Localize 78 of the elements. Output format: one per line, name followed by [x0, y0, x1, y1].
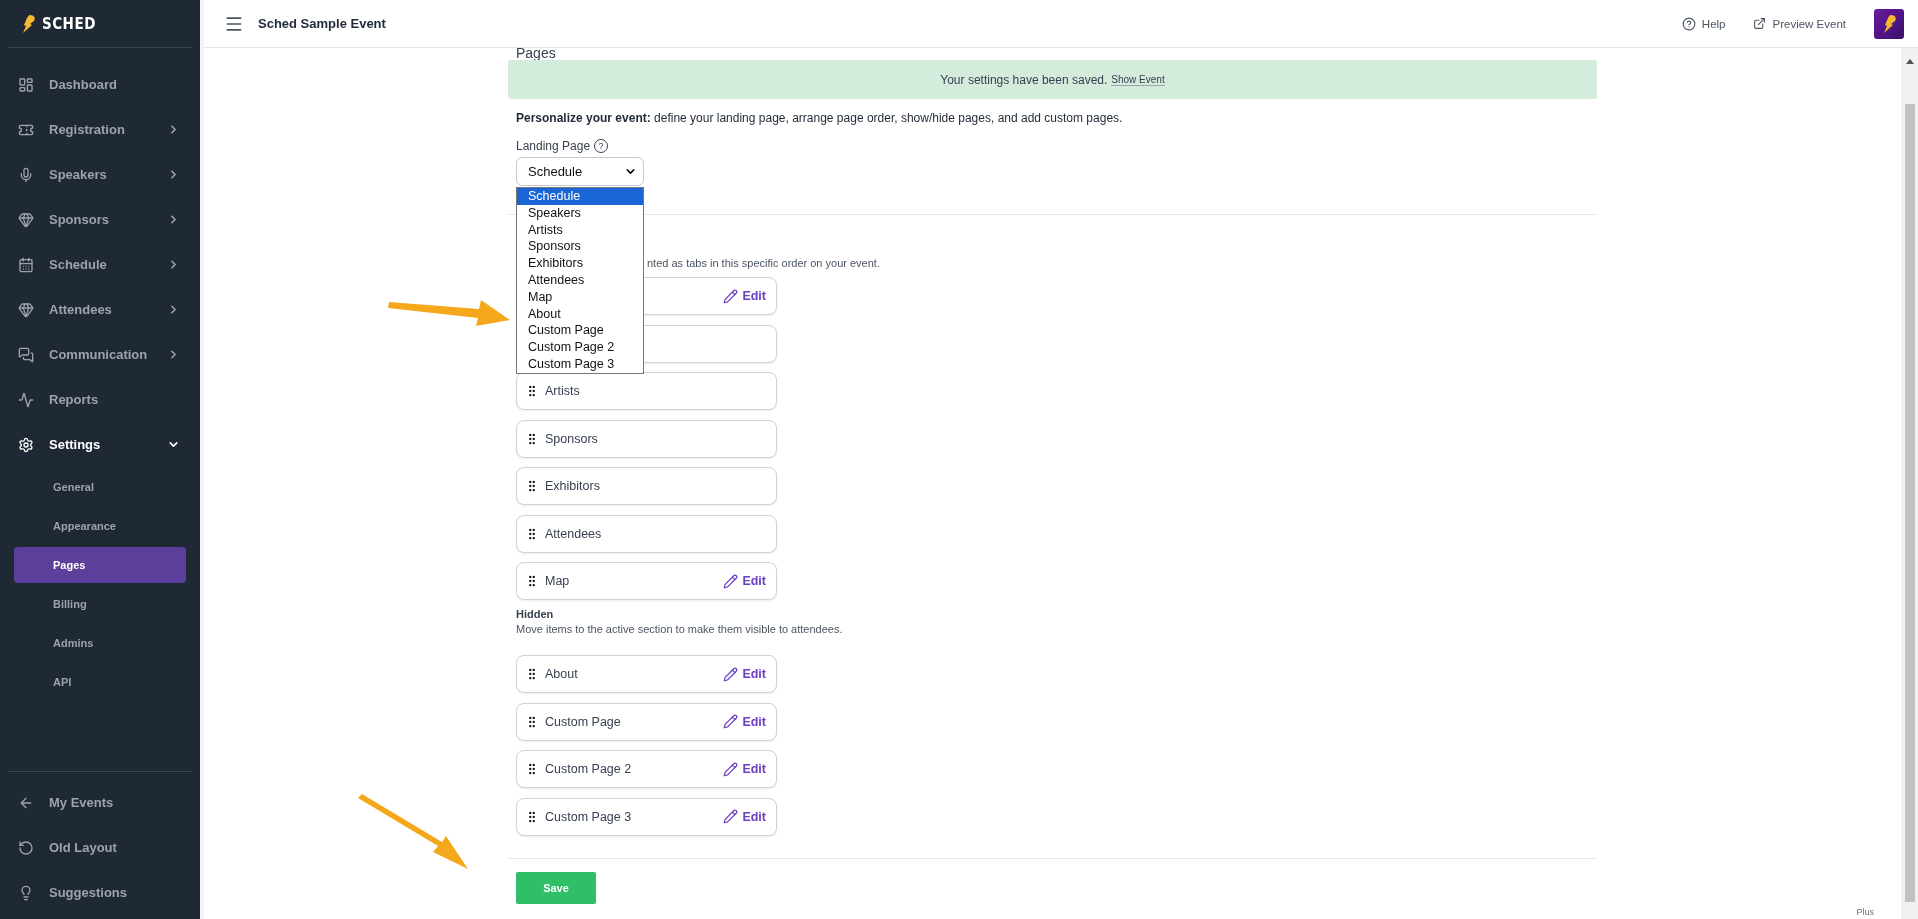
landing-page-select[interactable]: Schedule	[516, 157, 644, 186]
help-link[interactable]: Help	[1681, 16, 1726, 31]
section-description: nted as tabs in this specific order on your event.	[647, 257, 880, 269]
nav-icon	[18, 436, 34, 453]
page-label: Custom Page	[545, 714, 622, 729]
page-row[interactable]: Custom Page Edit	[516, 702, 777, 741]
nav-item[interactable]: My Events	[8, 780, 192, 825]
field-label: Landing Page	[516, 139, 591, 153]
page-label: Attendees	[545, 526, 603, 541]
nav-icon	[18, 76, 34, 93]
page-label: Sponsors	[545, 431, 599, 446]
page-row[interactable]: Map Edit	[516, 562, 777, 600]
nav-item[interactable]: Attendees	[0, 287, 200, 332]
logo-text: SCHED	[42, 14, 96, 33]
page-label: Artists	[545, 384, 581, 398]
preview-link[interactable]: Preview Event	[1753, 17, 1846, 30]
nav-icon	[18, 301, 34, 318]
help-icon	[1681, 16, 1696, 31]
page-row[interactable]: Custom Page 2 Edit	[516, 750, 777, 788]
notice-text: Your settings have been saved.	[940, 72, 1108, 87]
pencil-icon	[723, 714, 739, 729]
plan-label: Plus	[1856, 907, 1874, 917]
page-label: Custom Page 2	[545, 762, 633, 776]
nav-item[interactable]: Reports	[0, 377, 200, 422]
pencil-icon	[723, 666, 739, 682]
edit-link[interactable]: Edit	[723, 288, 766, 304]
scroll-up-icon[interactable]	[1905, 58, 1914, 64]
external-link-icon	[1753, 17, 1767, 30]
page-row[interactable]: Exhibitors	[516, 467, 777, 505]
pencil-icon	[723, 809, 739, 824]
edit-link[interactable]: Edit	[723, 573, 766, 589]
nav-item[interactable]: Settings	[0, 422, 200, 467]
section-description: Move items to the active section to make them visible to attendees.	[516, 623, 843, 635]
page-label: Custom Page 3	[545, 809, 633, 824]
page-title: Pages	[515, 46, 556, 60]
page-row[interactable]: Attendees	[516, 514, 777, 553]
page-row[interactable]: About Edit	[516, 655, 777, 693]
page-row[interactable]: Sponsors	[516, 419, 777, 458]
pencil-icon	[723, 573, 739, 589]
dropdown-option[interactable]: Schedule	[517, 188, 643, 205]
page-row[interactable]: Custom Page 3 Edit	[516, 797, 777, 836]
nav-item[interactable]: Communication	[0, 332, 200, 377]
edit-link[interactable]: Edit	[723, 666, 766, 682]
nav-subitem[interactable]: Admins	[14, 624, 186, 661]
pencil-icon	[723, 761, 739, 777]
edit-link[interactable]: Edit	[723, 714, 766, 729]
nav-icon	[18, 839, 34, 856]
nav-subitem[interactable]: Pages	[14, 546, 186, 583]
avatar[interactable]	[1874, 8, 1904, 39]
nav-subitem[interactable]: Billing	[14, 585, 186, 622]
nav-item[interactable]: Sponsors	[0, 197, 200, 242]
nav-subitem[interactable]: General	[14, 468, 186, 505]
page-label: About	[545, 667, 579, 681]
section-title: Hidden	[515, 607, 555, 622]
page-label: Map	[545, 574, 571, 588]
nav-item[interactable]: Registration	[0, 107, 200, 152]
nav-subitem[interactable]: Appearance	[14, 507, 186, 544]
edit-link[interactable]: Edit	[723, 809, 766, 824]
scrollbar[interactable]	[1901, 48, 1918, 919]
nav-icon	[18, 166, 34, 183]
intro-text: Personalize your event: define your landing page, arrange page order, show/hide pages, and add custom pages.	[515, 110, 1124, 125]
page-label: Exhibitors	[545, 479, 601, 493]
nav-item[interactable]: Schedule	[0, 242, 200, 287]
page-row[interactable]: Artists	[516, 372, 777, 410]
nav-icon	[18, 211, 34, 228]
edit-link[interactable]: Edit	[723, 761, 766, 777]
pencil-icon	[723, 288, 739, 304]
show-event-link[interactable]: Show Event	[1111, 73, 1165, 86]
nav-icon	[18, 256, 34, 273]
nav-item[interactable]: Old Layout	[8, 825, 192, 870]
nav-icon	[18, 884, 34, 901]
nav-icon	[18, 346, 34, 363]
nav-item[interactable]: Dashboard	[0, 62, 200, 107]
nav-subitem[interactable]: API	[14, 663, 186, 700]
nav-item[interactable]: Suggestions	[8, 870, 192, 915]
nav-item[interactable]: Speakers	[0, 152, 200, 197]
event-title: Sched Sample Event	[258, 16, 387, 31]
nav-icon	[18, 391, 34, 408]
